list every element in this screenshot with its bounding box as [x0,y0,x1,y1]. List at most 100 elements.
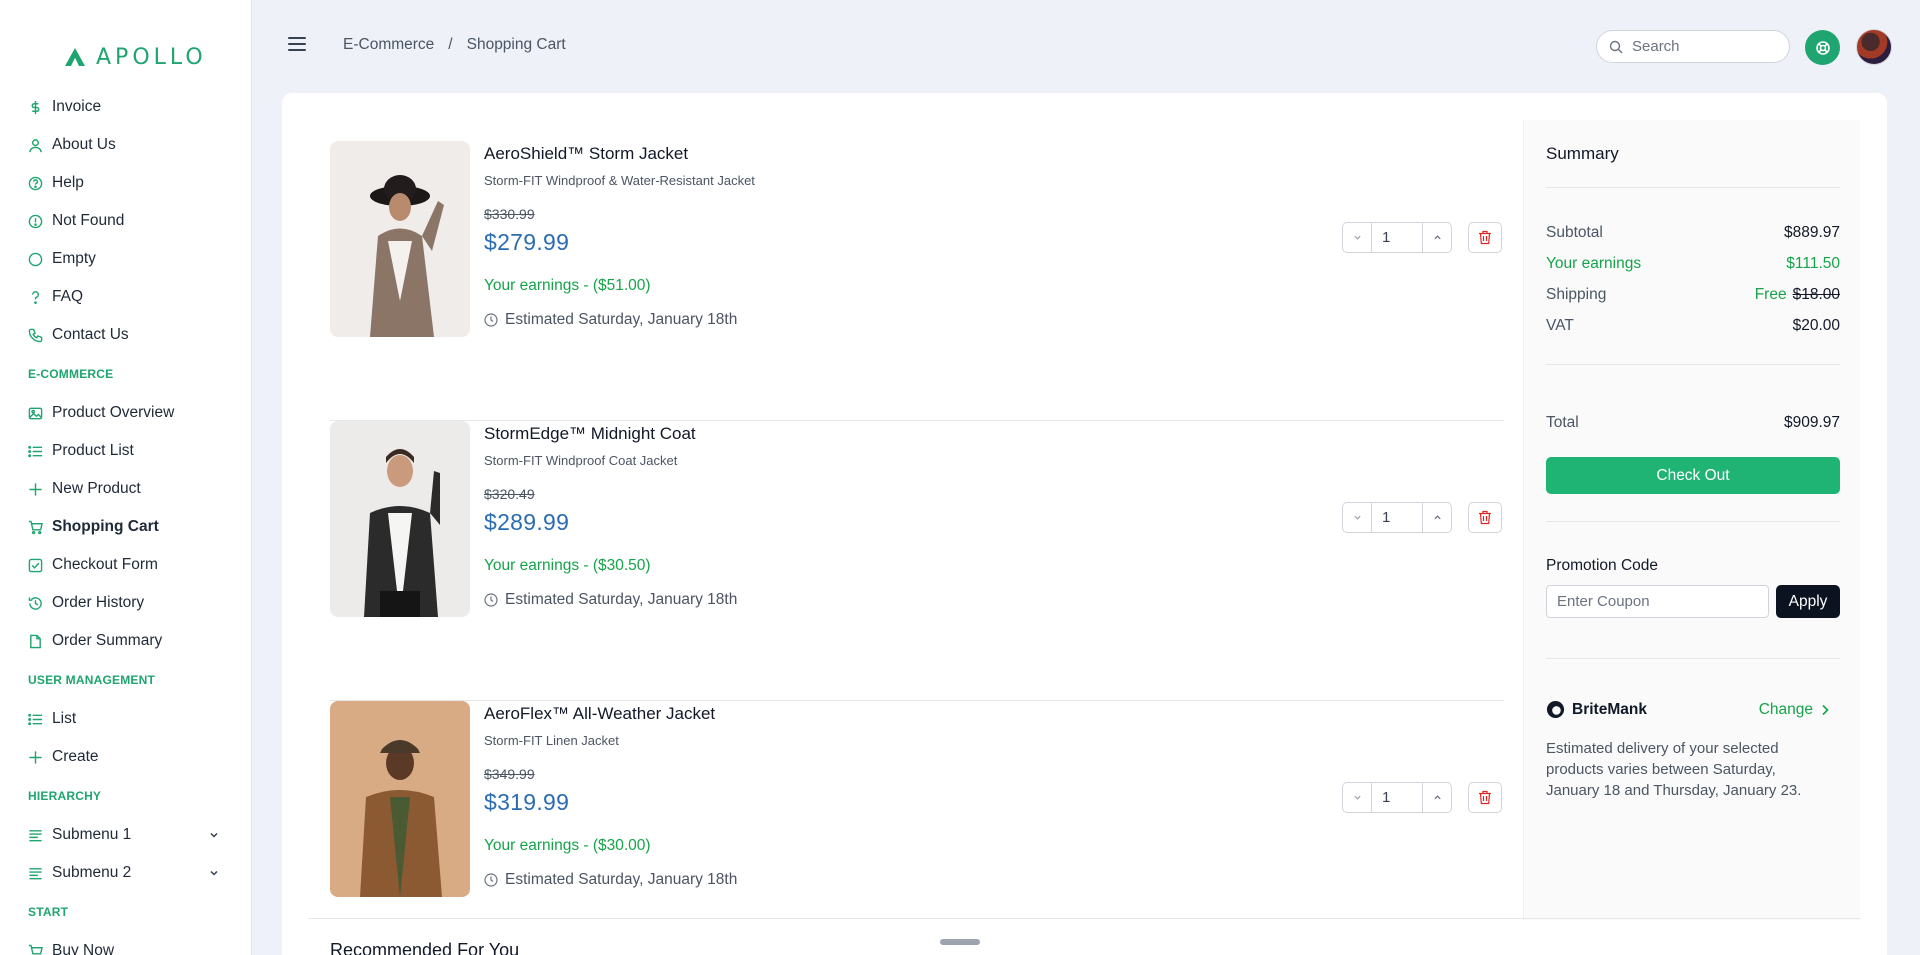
sidebar-item-new-product[interactable]: New Product [28,470,251,508]
chevron-up-icon [1433,515,1441,520]
search-icon [1609,40,1623,53]
cart-card: AeroShield™ Storm Jacket Storm-FIT Windp… [282,93,1887,955]
section-label-ecommerce: E-COMMERCE [28,367,114,381]
sidebar-item-label: Contact Us [52,326,129,343]
coupon-input[interactable] [1546,585,1769,618]
earnings-text: Your earnings - ($30.50) [484,557,651,574]
breadcrumb-ecommerce[interactable]: E-Commerce [343,36,434,54]
hamburger-menu-icon[interactable] [288,37,306,51]
decrease-quantity-button[interactable] [1342,782,1372,813]
product-name[interactable]: AeroFlex™ All-Weather Jacket [484,704,737,724]
sidebar-item-contact-us[interactable]: Contact Us [28,316,251,354]
product-subtitle: Storm-FIT Windproof & Water-Resistant Ja… [484,173,755,188]
delivery-estimate: Estimated Saturday, January 18th [484,591,737,609]
sidebar-item-submenu-2[interactable]: Submenu 2 [28,854,251,892]
sidebar-item-submenu-1[interactable]: Submenu 1 [28,816,251,854]
search-box[interactable] [1596,30,1790,63]
plus-icon [29,750,42,764]
chevron-down-icon [1353,515,1361,520]
divider [1546,521,1840,522]
change-carrier-button[interactable]: Change [1759,701,1830,719]
sidebar-item-product-overview[interactable]: Product Overview [28,394,251,432]
menu-lines-icon [29,829,42,841]
sidebar-item-product-list[interactable]: Product List [28,432,251,470]
quantity-value[interactable]: 1 [1372,222,1422,253]
product-info: StormEdge™ Midnight Coat Storm-FIT Windp… [484,421,737,609]
logo-icon [65,48,85,66]
check-square-icon [28,558,43,572]
sidebar-item-label: Shopping Cart [52,518,159,535]
summary-title: Summary [1546,144,1619,163]
top-header: E-Commerce / Shopping Cart [252,0,1920,92]
sidebar-item-create[interactable]: Create [28,738,251,776]
cart-icon [28,520,43,534]
increase-quantity-button[interactable] [1422,222,1452,253]
divider [1546,658,1840,659]
original-price: $320.49 [484,486,535,502]
remove-item-button[interactable] [1468,782,1502,813]
sidebar-item-label: Create [52,748,99,765]
sidebar-item-checkout-form[interactable]: Checkout Form [28,546,251,584]
product-image[interactable] [330,701,470,897]
logo[interactable]: APOLLO [0,0,251,80]
section-label-user-management: USER MANAGEMENT [28,673,156,687]
sidebar-item-buy-now[interactable]: Buy Now [28,932,251,955]
chevron-down-icon[interactable] [209,830,219,840]
sidebar-item-empty[interactable]: Empty [28,240,251,278]
sidebar-item-about-us[interactable]: About Us [28,126,251,164]
sidebar-item-faq[interactable]: FAQ [28,278,251,316]
sidebar-item-not-found[interactable]: Not Found [28,202,251,240]
product-image[interactable] [330,141,470,337]
checkout-button[interactable]: Check Out [1546,457,1840,494]
earnings-row: Your earnings $111.50 [1546,255,1840,273]
search-input[interactable] [1632,38,1772,55]
total-row: Total $909.97 [1546,414,1840,432]
clock-icon [484,593,498,607]
sidebar-item-help[interactable]: Help [28,164,251,202]
image-icon [28,407,43,419]
sidebar-item-shopping-cart[interactable]: Shopping Cart [28,508,251,546]
scroll-handle[interactable] [940,939,980,945]
sale-price: $279.99 [484,229,570,255]
sidebar-item-label: New Product [52,480,141,497]
quantity-value[interactable]: 1 [1372,502,1422,533]
decrease-quantity-button[interactable] [1342,502,1372,533]
shipping-label: Shipping [1546,286,1607,303]
change-label: Change [1758,700,1813,718]
quantity-value[interactable]: 1 [1372,782,1422,813]
clock-icon [484,873,498,887]
recommended-title: Recommended For You [330,940,520,955]
question-icon [31,290,39,304]
decrease-quantity-button[interactable] [1342,222,1372,253]
sidebar: APOLLO Invoice About Us Help Not Found E… [0,0,252,955]
chevron-down-icon [1353,795,1361,800]
sidebar-item-label: Submenu 1 [52,826,132,843]
product-name[interactable]: StormEdge™ Midnight Coat [484,424,737,444]
sidebar-item-invoice[interactable]: Invoice [28,88,251,126]
chevron-down-icon[interactable] [209,868,219,878]
apply-coupon-button[interactable]: Apply [1776,585,1840,618]
remove-item-button[interactable] [1468,502,1502,533]
sidebar-item-label: Checkout Form [52,556,158,573]
sidebar-item-order-history[interactable]: Order History [28,584,251,622]
sidebar-item-label: Not Found [52,212,125,229]
sidebar-item-order-summary[interactable]: Order Summary [28,622,251,660]
carrier-logo-icon [1546,700,1565,719]
sidebar-item-label: Help [52,174,84,191]
cart-icon [28,944,43,955]
delivery-estimate: Estimated Saturday, January 18th [484,871,737,889]
plus-icon [29,482,42,496]
remove-item-button[interactable] [1468,222,1502,253]
increase-quantity-button[interactable] [1422,782,1452,813]
sidebar-item-label: Empty [52,250,96,267]
sidebar-item-list[interactable]: List [28,700,251,738]
product-name[interactable]: AeroShield™ Storm Jacket [484,144,755,164]
product-image[interactable] [330,421,470,617]
increase-quantity-button[interactable] [1422,502,1452,533]
support-button[interactable] [1805,30,1840,65]
sidebar-item-label: FAQ [52,288,84,305]
cart-items-list: AeroShield™ Storm Jacket Storm-FIT Windp… [330,141,1504,955]
original-price: $330.99 [484,206,535,222]
avatar[interactable] [1856,29,1892,65]
earnings-text: Your earnings - ($51.00) [484,277,651,294]
